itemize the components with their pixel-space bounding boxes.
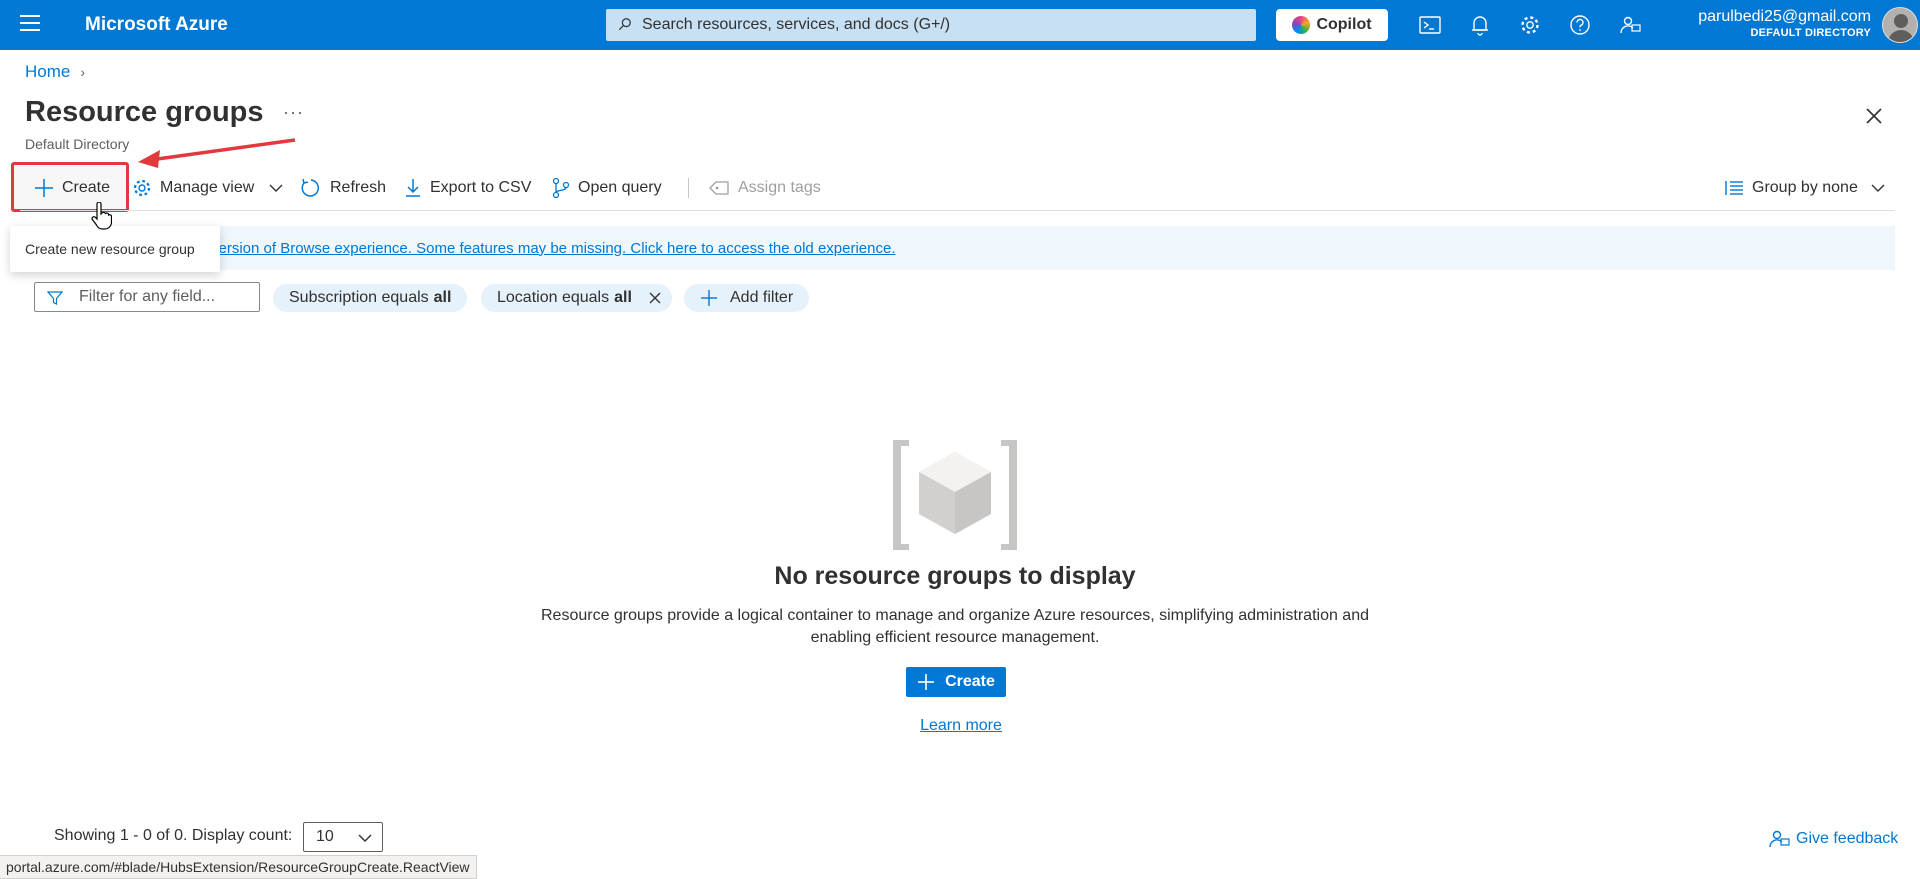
search-input[interactable] [642,16,1256,34]
showing-count-text: Showing 1 - 0 of 0. Display count: [54,827,293,844]
account-info[interactable]: parulbedi25@gmail.com DEFAULT DIRECTORY [1676,8,1871,39]
brand-name[interactable]: Microsoft Azure [85,14,228,36]
funnel-icon [47,291,63,305]
filter-box[interactable] [34,282,260,312]
page-title: Resource groups [25,96,264,128]
copilot-label: Copilot [1316,16,1372,33]
global-search[interactable] [606,9,1256,41]
create-label: Create [62,179,111,196]
gear-icon[interactable] [1518,13,1542,37]
location-filter-label: Location equals [497,289,610,306]
export-csv-label: Export to CSV [430,179,532,196]
help-icon[interactable] [1568,13,1592,37]
display-count-value: 10 [316,828,334,845]
chevron-down-icon [358,834,372,842]
account-email: parulbedi25@gmail.com [1698,8,1871,25]
toolbar-divider [688,178,689,198]
close-icon[interactable] [1862,104,1886,128]
filter-input[interactable] [79,288,259,306]
toolbar-separator [20,210,1895,211]
manage-view-label: Manage view [160,179,255,196]
copilot-icon [1292,16,1311,34]
plus-icon [918,674,935,690]
account-directory: DEFAULT DIRECTORY [1750,27,1871,39]
close-icon[interactable] [648,291,662,305]
manage-view-button[interactable]: Manage view [132,168,284,208]
more-options-icon[interactable]: ··· [283,102,304,123]
empty-state-title: No resource groups to display [774,562,1136,590]
learn-more-link[interactable]: Learn more [0,717,1920,735]
create-primary-label: Create [945,673,995,690]
empty-state-description: Resource groups provide a logical contai… [540,607,1369,646]
avatar[interactable] [1882,7,1918,43]
assign-tags-button[interactable]: Assign tags [708,168,821,208]
export-csv-button[interactable]: Export to CSV [404,168,531,208]
refresh-icon [301,178,320,197]
breadcrumb-home[interactable]: Home [25,62,70,82]
plus-icon [35,179,53,197]
cloud-shell-icon[interactable] [1418,13,1442,37]
group-by-label: Group by none [1752,179,1858,196]
bell-icon[interactable] [1468,13,1492,37]
open-query-label: Open query [578,179,662,196]
tooltip-text: Create new resource group [25,241,195,257]
subscription-filter-label: Subscription equals [289,289,429,306]
gear-icon [133,179,151,197]
refresh-button[interactable]: Refresh [300,168,386,208]
hamburger-menu-icon[interactable] [20,15,40,35]
location-filter-pill[interactable]: Location equals all [481,284,672,312]
chevron-down-icon [1871,184,1885,192]
top-bar: Microsoft Azure Copilot parulbedi25@gmai… [0,0,1920,50]
breadcrumb: Home › [25,62,85,82]
browser-status-bar: portal.azure.com/#blade/HubsExtension/Re… [0,855,477,879]
open-query-button[interactable]: Open query [552,168,662,208]
add-filter-button[interactable]: Add filter [684,284,810,312]
download-icon [406,179,420,197]
feedback-icon [1769,830,1790,848]
group-by-button[interactable]: Group by none [1724,168,1886,208]
status-url: portal.azure.com/#blade/HubsExtension/Re… [6,859,470,875]
refresh-label: Refresh [330,179,387,196]
command-bar: Create Manage view Refresh Export to CSV… [20,168,1895,208]
annotation-arrow [138,138,296,168]
display-count-select[interactable]: 10 [303,822,383,852]
list-icon [1725,181,1743,195]
hand-cursor-icon [91,202,112,230]
location-filter-value: all [614,289,632,306]
create-resource-group-button[interactable]: Create [906,667,1006,697]
create-tooltip: Create new resource group [10,226,220,272]
subscription-filter-value: all [433,289,452,306]
feedback-icon[interactable] [1618,13,1642,37]
assign-tags-label: Assign tags [738,179,821,196]
query-icon [552,177,570,199]
resource-group-icon [893,440,1017,550]
give-feedback-label: Give feedback [1796,830,1899,847]
copilot-button[interactable]: Copilot [1276,9,1388,41]
info-banner: w version of Browse experience. Some fea… [20,226,1895,270]
subscription-filter-pill[interactable]: Subscription equals all [273,284,468,312]
search-icon [618,18,631,31]
chevron-right-icon: › [80,64,86,80]
give-feedback-link[interactable]: Give feedback [1768,828,1898,850]
old-experience-link[interactable]: w version of Browse experience. Some fea… [196,240,896,257]
plus-icon [701,290,717,306]
chevron-down-icon [269,184,283,192]
page-subtitle: Default Directory [25,136,130,152]
add-filter-label: Add filter [730,289,794,306]
tag-icon [709,181,729,195]
